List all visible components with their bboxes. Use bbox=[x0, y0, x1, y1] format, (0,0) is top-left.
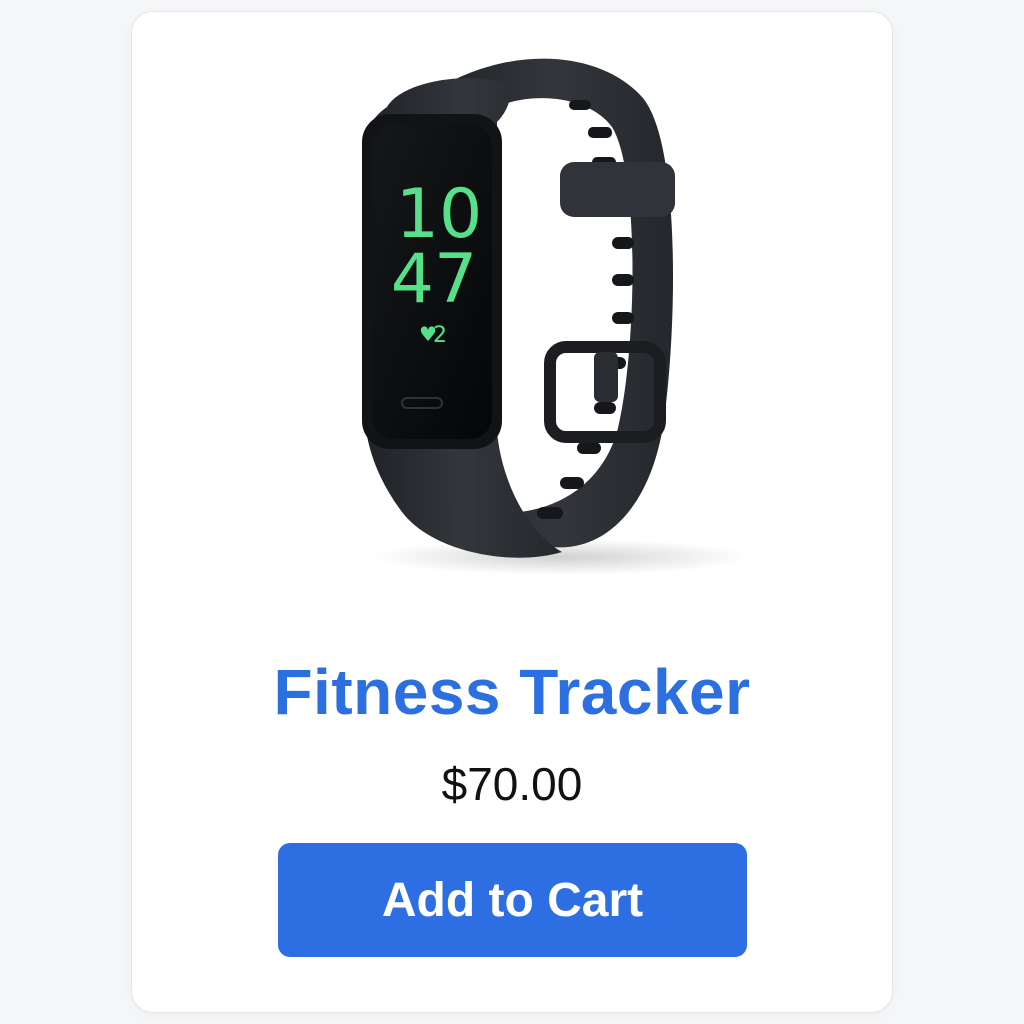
band-keeper bbox=[560, 162, 675, 217]
fitness-tracker-illustration: 10 47 ♥ 2 bbox=[362, 58, 752, 575]
product-title[interactable]: Fitness Tracker bbox=[132, 654, 892, 730]
product-card: 10 47 ♥ 2 Fitness Tracker $70.00 Add to … bbox=[131, 11, 893, 1013]
buckle-tongue bbox=[594, 352, 618, 402]
product-price: $70.00 bbox=[441, 758, 583, 810]
add-to-cart-button[interactable]: Add to Cart bbox=[278, 843, 747, 957]
screen-minute: 47 bbox=[391, 240, 478, 319]
page: 10 47 ♥ 2 Fitness Tracker $70.00 Add to … bbox=[0, 0, 1024, 1024]
heart-value: 2 bbox=[433, 323, 447, 348]
product-image[interactable]: 10 47 ♥ 2 bbox=[132, 12, 892, 607]
